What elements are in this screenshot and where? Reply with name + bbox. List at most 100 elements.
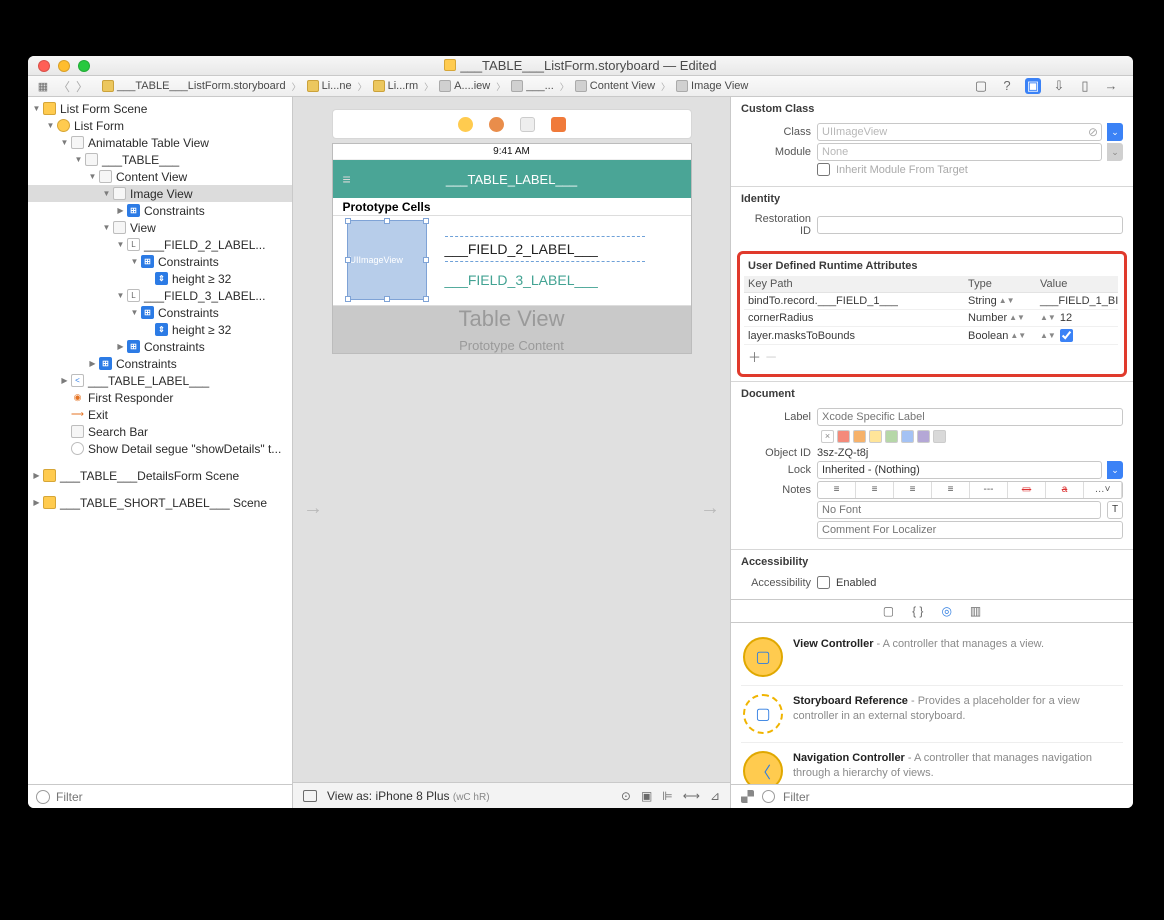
library-filter-input[interactable] bbox=[783, 790, 1123, 804]
field-3-label[interactable]: ___FIELD_3_LABEL___ bbox=[445, 272, 598, 288]
crumb-4[interactable]: ___... bbox=[526, 80, 554, 92]
udra-key-0[interactable]: bindTo.record.___FIELD_1___ bbox=[744, 293, 964, 310]
tree-height-constraint[interactable]: ⇕height ≥ 32 bbox=[28, 270, 292, 287]
tree-tableview[interactable]: ▼Animatable Table View bbox=[28, 134, 292, 151]
help-inspector-tab[interactable]: ? bbox=[999, 78, 1015, 94]
prototype-cell[interactable]: UIImageView ___FIELD_2_LABEL___ ___FIELD… bbox=[333, 216, 691, 306]
tree-constraints[interactable]: ▼⊞Constraints bbox=[28, 253, 292, 270]
tree-scene[interactable]: ▼List Form Scene bbox=[28, 100, 292, 117]
module-dropdown-button[interactable]: ⌄ bbox=[1107, 143, 1123, 161]
font-picker-button[interactable]: T bbox=[1107, 501, 1123, 519]
view-as-label[interactable]: View as: iPhone 8 Plus (wC hR) bbox=[327, 789, 490, 803]
connections-inspector-tab[interactable]: → bbox=[1103, 78, 1119, 94]
udra-key-2[interactable]: layer.masksToBounds bbox=[744, 327, 964, 345]
scene-dock-segue-icon[interactable] bbox=[551, 117, 566, 132]
lock-dropdown-button[interactable]: ⌄ bbox=[1107, 461, 1123, 479]
tree-content-view[interactable]: ▼Content View bbox=[28, 168, 292, 185]
localizer-comment-field[interactable] bbox=[817, 521, 1123, 539]
align-button[interactable]: ⊫ bbox=[662, 789, 672, 803]
library-file-tab[interactable]: ▢ bbox=[883, 604, 894, 618]
class-dropdown-button[interactable]: ⌄ bbox=[1107, 123, 1123, 141]
filter-icon[interactable] bbox=[36, 790, 50, 804]
tree-cell[interactable]: ▼___TABLE___ bbox=[28, 151, 292, 168]
document-label-field[interactable] bbox=[817, 408, 1123, 426]
udra-table[interactable]: Key Path Type Value bindTo.record.___FIE… bbox=[744, 276, 1120, 345]
accessibility-enabled-checkbox[interactable] bbox=[817, 576, 830, 589]
selected-image-view[interactable]: UIImageView bbox=[347, 220, 427, 300]
tree-constraints[interactable]: ▶⊞Constraints bbox=[28, 202, 292, 219]
tree-vc[interactable]: ▼List Form bbox=[28, 117, 292, 134]
tree-scene-short[interactable]: ▶___TABLE_SHORT_LABEL___ Scene bbox=[28, 494, 292, 511]
tree-constraints[interactable]: ▼⊞Constraints bbox=[28, 304, 292, 321]
crumb-0[interactable]: ___TABLE___ListForm.storyboard bbox=[117, 80, 286, 92]
outline-filter-input[interactable] bbox=[56, 790, 284, 804]
inherit-module-checkbox[interactable] bbox=[817, 163, 830, 176]
related-items-icon[interactable]: ▦ bbox=[36, 79, 50, 93]
udra-remove-button[interactable]: － bbox=[765, 350, 778, 365]
toggle-outline-button[interactable] bbox=[303, 790, 317, 802]
tree-height-constraint[interactable]: ⇕height ≥ 32 bbox=[28, 321, 292, 338]
tree-exit[interactable]: ⟶Exit bbox=[28, 406, 292, 423]
crumb-2[interactable]: Li...rm bbox=[388, 80, 419, 92]
library-grid-toggle[interactable] bbox=[741, 790, 754, 803]
udra-value-2[interactable]: ▲▼ bbox=[1036, 327, 1118, 345]
nav-forward-button[interactable]: 〉 bbox=[74, 78, 90, 95]
tree-scene-details[interactable]: ▶___TABLE___DetailsForm Scene bbox=[28, 467, 292, 484]
resolve-button[interactable]: ⊿ bbox=[710, 789, 720, 803]
class-field[interactable] bbox=[817, 123, 1102, 141]
library-objects-tab[interactable]: ◎ bbox=[941, 604, 951, 618]
crumb-5[interactable]: Content View bbox=[590, 80, 655, 92]
library-item-view-controller[interactable]: ▢ View Controller - A controller that ma… bbox=[741, 629, 1123, 686]
restoration-id-field[interactable] bbox=[817, 216, 1123, 234]
notes-font-field[interactable] bbox=[817, 501, 1101, 519]
library-media-tab[interactable]: ▥ bbox=[970, 604, 981, 618]
tree-field2-label[interactable]: ▼L___FIELD_2_LABEL... bbox=[28, 236, 292, 253]
pin-button[interactable]: ⟷ bbox=[683, 789, 700, 803]
udra-type-1[interactable]: Number▲▼ bbox=[964, 310, 1036, 327]
scene-dock[interactable] bbox=[332, 109, 692, 139]
filter-icon[interactable] bbox=[762, 790, 775, 803]
crumb-3[interactable]: A....iew bbox=[454, 80, 490, 92]
identity-inspector-tab[interactable]: ▣ bbox=[1025, 78, 1041, 94]
tree-segue[interactable]: Show Detail segue "showDetails" t... bbox=[28, 440, 292, 457]
udra-type-2[interactable]: Boolean▲▼ bbox=[964, 327, 1036, 345]
tree-image-view[interactable]: ▼Image View bbox=[28, 185, 292, 202]
outline-filter-bar bbox=[28, 784, 292, 808]
update-frames-button[interactable]: ⊙ bbox=[621, 789, 631, 803]
udra-type-0[interactable]: String▲▼ bbox=[964, 293, 1036, 310]
identity-heading: Identity bbox=[731, 186, 1133, 209]
tree-field3-label[interactable]: ▼L___FIELD_3_LABEL... bbox=[28, 287, 292, 304]
library-code-tab[interactable]: { } bbox=[912, 604, 923, 618]
crumb-1[interactable]: Li...ne bbox=[322, 80, 352, 92]
tree-constraints[interactable]: ▶⊞Constraints bbox=[28, 355, 292, 372]
module-field[interactable] bbox=[817, 143, 1102, 161]
field-2-label[interactable]: ___FIELD_2_LABEL___ bbox=[445, 236, 645, 262]
library-item-storyboard-reference[interactable]: ▢ Storyboard Reference - Provides a plac… bbox=[741, 686, 1123, 743]
clear-class-button[interactable]: ⊘ bbox=[1088, 125, 1102, 139]
nav-back-button[interactable]: 〈 bbox=[56, 78, 72, 95]
tree-nav-item[interactable]: ▶<___TABLE_LABEL___ bbox=[28, 372, 292, 389]
tree-first-responder[interactable]: ◉First Responder bbox=[28, 389, 292, 406]
tree-search-bar[interactable]: Search Bar bbox=[28, 423, 292, 440]
scene-dock-exit-icon[interactable] bbox=[520, 117, 535, 132]
udra-key-1[interactable]: cornerRadius bbox=[744, 310, 964, 327]
tree-constraints[interactable]: ▶⊞Constraints bbox=[28, 338, 292, 355]
library-item-navigation-controller[interactable]: 〈 Navigation Controller - A controller t… bbox=[741, 743, 1123, 784]
breadcrumb[interactable]: ___TABLE___ListForm.storyboard〉 Li...ne〉… bbox=[98, 80, 752, 93]
canvas-footer: View as: iPhone 8 Plus (wC hR) ⊙ ▣ ⊫ ⟷ ⊿ bbox=[293, 782, 730, 808]
size-inspector-tab[interactable]: ▯ bbox=[1077, 78, 1093, 94]
scene-dock-first-responder-icon[interactable] bbox=[489, 117, 504, 132]
embed-button[interactable]: ▣ bbox=[641, 789, 652, 803]
udra-value-1[interactable]: ▲▼12 bbox=[1036, 310, 1118, 327]
interface-builder-canvas[interactable]: → → 9:41 AM ≡___TABLE_LABEL___ Prototype… bbox=[293, 97, 731, 808]
label-color-chips[interactable]: × bbox=[741, 428, 1123, 445]
tree-view[interactable]: ▼View bbox=[28, 219, 292, 236]
udra-add-button[interactable]: ＋ bbox=[748, 350, 761, 365]
attributes-inspector-tab[interactable]: ⇩ bbox=[1051, 78, 1067, 94]
scene-dock-vc-icon[interactable] bbox=[458, 117, 473, 132]
file-inspector-tab[interactable]: ▢ bbox=[973, 78, 989, 94]
notes-format-bar[interactable]: ≡≡≡≡---▭a…˅ bbox=[817, 481, 1123, 499]
lock-field[interactable] bbox=[817, 461, 1102, 479]
crumb-6[interactable]: Image View bbox=[691, 80, 748, 92]
udra-value-0[interactable]: ___FIELD_1_BINDING_TYPE___ bbox=[1036, 293, 1118, 310]
